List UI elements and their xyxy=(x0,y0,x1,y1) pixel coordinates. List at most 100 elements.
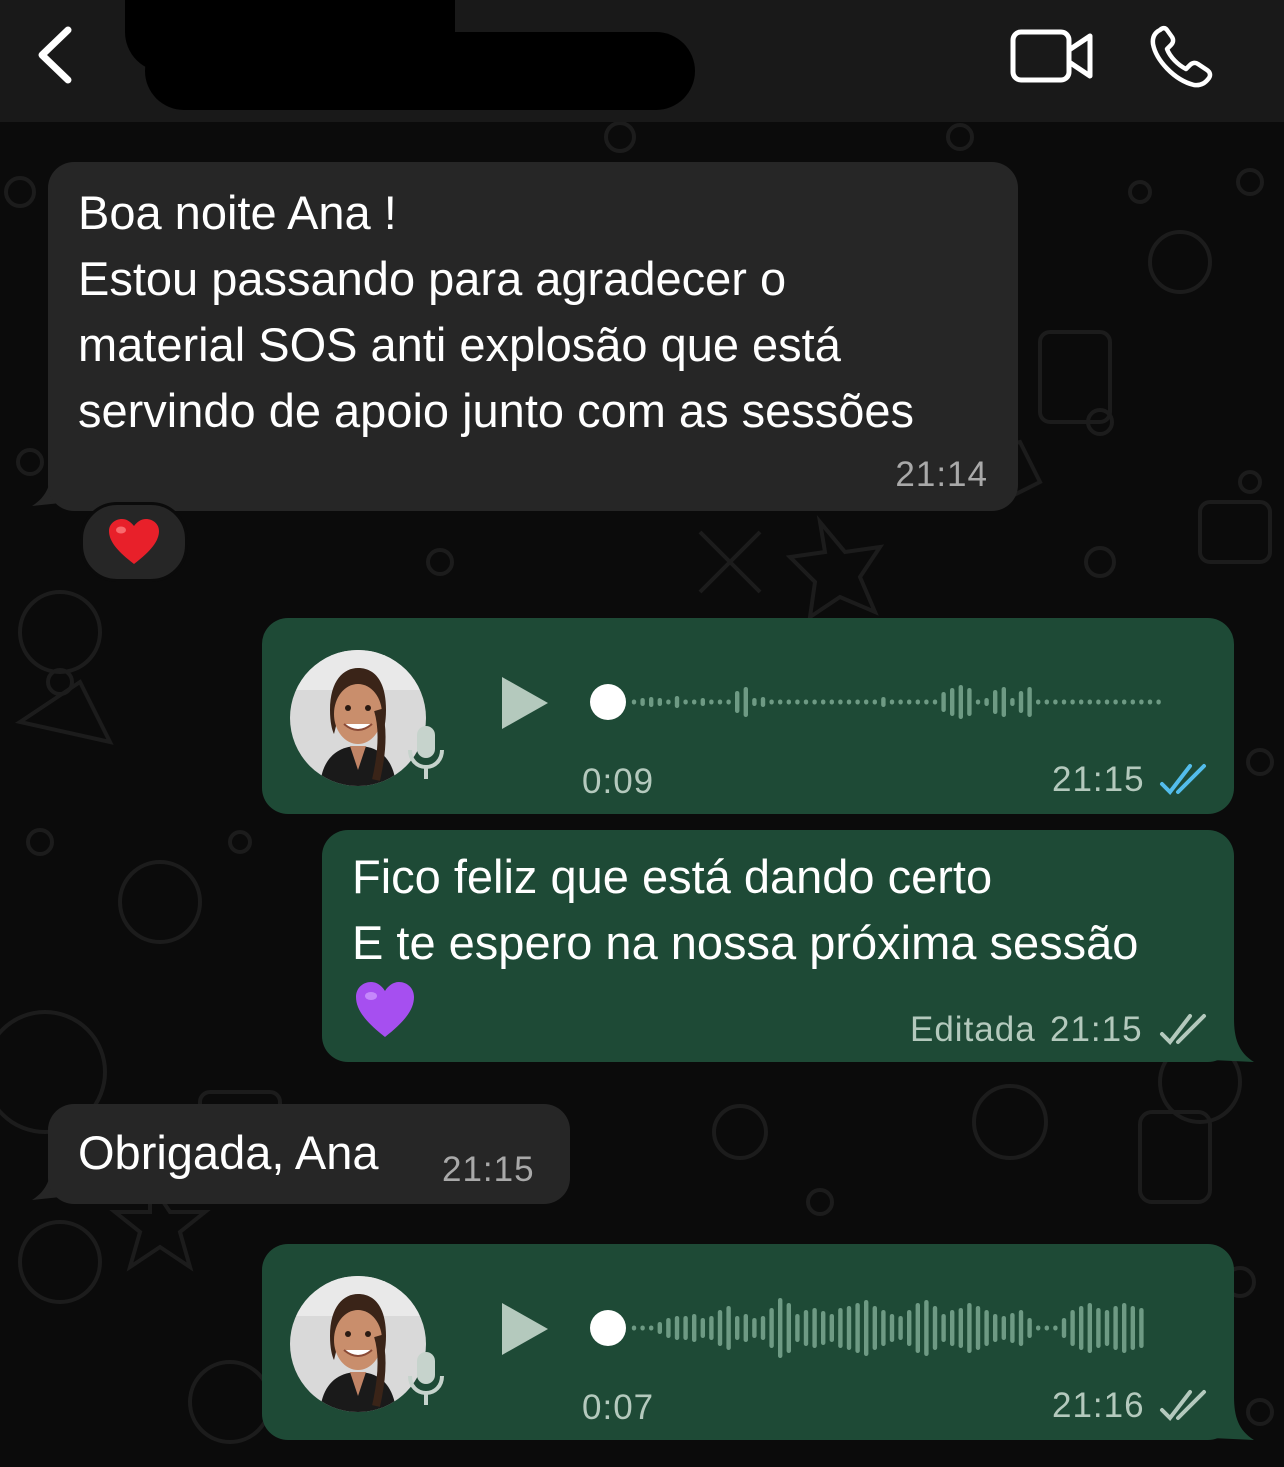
waveform-bar xyxy=(846,699,852,705)
waveform-bar xyxy=(907,1310,912,1346)
waveform-bar xyxy=(709,699,714,705)
waveform-bar xyxy=(1139,699,1144,705)
waveform-bar xyxy=(829,699,834,705)
waveform-bar xyxy=(1122,699,1127,705)
waveform-bar xyxy=(803,1310,809,1346)
waveform-bar xyxy=(1130,699,1135,705)
heart-reaction-icon xyxy=(109,519,159,564)
audio-waveform[interactable] xyxy=(590,1298,1190,1358)
waveform-bar xyxy=(1096,1308,1101,1348)
message-time: 21:16 xyxy=(1052,1386,1145,1425)
play-icon[interactable] xyxy=(498,674,552,732)
waveform-bar xyxy=(717,1310,723,1346)
waveform-bar xyxy=(778,699,783,705)
waveform-bar xyxy=(975,1306,981,1350)
waveform-bar xyxy=(1027,687,1032,717)
waveform-bar xyxy=(700,1318,705,1338)
waveform-bar xyxy=(812,1308,817,1348)
playback-knob[interactable] xyxy=(590,684,626,720)
waveform-bar xyxy=(752,698,757,706)
waveform-bar xyxy=(692,699,697,705)
waveform-bar xyxy=(1018,691,1024,713)
waveform-bar xyxy=(872,1306,877,1350)
waveform-bar xyxy=(846,1306,852,1350)
waveform-bar xyxy=(692,1314,697,1342)
waveform-bar xyxy=(795,1314,800,1342)
reaction-badge[interactable] xyxy=(80,502,188,582)
waveform-bar xyxy=(666,1318,671,1338)
waveform-bar xyxy=(829,1314,834,1342)
waveform-bar xyxy=(889,1314,895,1342)
waveform-bar xyxy=(907,699,912,705)
waveform-bar xyxy=(631,1325,637,1331)
waveform-bar xyxy=(915,699,920,705)
waveform-bar xyxy=(993,690,998,714)
waveform-bar xyxy=(1079,699,1084,705)
waveform-bar xyxy=(881,1310,886,1346)
waveform-bar xyxy=(1079,1306,1084,1350)
chat-area[interactable]: Boa noite Ana ! Estou passando para agra… xyxy=(0,122,1284,1467)
waveform-bar xyxy=(941,1314,946,1342)
waveform-bar xyxy=(1070,699,1075,705)
message-bubble-outgoing[interactable]: Fico feliz que está dando certo E te esp… xyxy=(322,830,1234,1062)
waveform-bar xyxy=(1113,1306,1118,1350)
waveform-bar xyxy=(674,1316,680,1340)
waveform-bar xyxy=(743,687,748,717)
waveform-bar xyxy=(1122,1303,1127,1353)
waveform-bar xyxy=(649,1325,654,1331)
waveform-bar xyxy=(1156,699,1161,705)
waveform-bar xyxy=(1001,1316,1006,1340)
voice-message-bubble[interactable]: 0:09 21:15 xyxy=(262,618,1234,814)
waveform-bar xyxy=(760,1316,766,1340)
waveform-bar xyxy=(795,699,800,705)
waveform-bar xyxy=(1053,699,1058,705)
waveform-bar xyxy=(967,1303,972,1353)
waveform-bar xyxy=(993,1314,998,1342)
waveform-bar xyxy=(752,1318,757,1338)
waveform-bar xyxy=(838,1308,843,1348)
waveform-bar xyxy=(855,1303,860,1353)
waveform-bar xyxy=(932,699,938,705)
chevron-left-icon[interactable] xyxy=(30,22,90,88)
bubble-tail xyxy=(1212,1396,1254,1440)
message-time: 21:15 xyxy=(442,1150,535,1189)
waveform-bar xyxy=(1036,1325,1041,1331)
waveform-bar xyxy=(1104,1310,1110,1346)
waveform-bar xyxy=(924,1300,929,1356)
waveform-bar xyxy=(821,699,826,705)
waveform-bar xyxy=(821,1311,826,1345)
waveform-bar xyxy=(640,698,645,706)
waveform-bar xyxy=(924,699,929,705)
waveform-bar xyxy=(760,697,766,707)
delivered-ticks-icon xyxy=(1160,1390,1206,1422)
waveform-bar xyxy=(1001,687,1006,717)
audio-waveform[interactable] xyxy=(590,672,1190,732)
waveform-bar xyxy=(984,1310,989,1346)
waveform-bar xyxy=(950,688,955,716)
waveform-bar xyxy=(1113,699,1118,705)
waveform-bar xyxy=(640,1325,645,1331)
waveform-bar xyxy=(855,699,860,705)
video-camera-icon[interactable] xyxy=(1010,28,1094,84)
waveform-bar xyxy=(717,699,723,705)
microphone-icon xyxy=(408,1352,444,1405)
waveform-bar xyxy=(1053,1325,1058,1331)
phone-icon[interactable] xyxy=(1148,24,1218,90)
waveform-bar xyxy=(1061,699,1067,705)
voice-message-bubble[interactable]: 0:07 21:16 xyxy=(262,1244,1234,1440)
waveform-bar xyxy=(674,696,680,708)
voice-duration: 0:07 xyxy=(582,1388,655,1427)
message-bubble-incoming[interactable]: Boa noite Ana ! Estou passando para agra… xyxy=(48,162,1018,511)
play-icon[interactable] xyxy=(498,1300,552,1358)
waveform-bar xyxy=(803,699,809,705)
waveform-bar xyxy=(967,688,972,716)
waveform-bar xyxy=(657,698,662,706)
waveform-bar xyxy=(1036,699,1041,705)
waveform-bar xyxy=(735,691,740,713)
playback-knob[interactable] xyxy=(590,1310,626,1346)
read-ticks-icon xyxy=(1160,764,1206,796)
waveform-bar xyxy=(950,1310,955,1346)
waveform-bar xyxy=(898,699,903,705)
message-bubble-incoming[interactable]: Obrigada, Ana 21:15 xyxy=(48,1104,570,1204)
bubble-tail xyxy=(1212,1018,1254,1062)
